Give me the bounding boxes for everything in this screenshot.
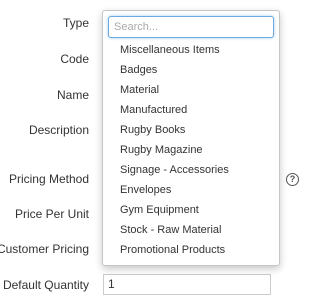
type-option[interactable]: Signage - Accessories <box>103 160 279 180</box>
pricing-method-label: Pricing Method <box>8 172 89 186</box>
name-label: Name <box>56 88 89 102</box>
price-per-unit-label: Price Per Unit <box>14 207 89 221</box>
type-option[interactable]: Stock - Raw Material <box>103 220 279 240</box>
type-option[interactable]: Envelopes <box>103 180 279 200</box>
type-label: Type <box>62 16 89 30</box>
type-option[interactable]: Gym Equipment <box>103 200 279 220</box>
type-option[interactable]: Promotional Products <box>103 240 279 260</box>
type-option[interactable]: Rugby Books <box>103 120 279 140</box>
type-option[interactable]: Material <box>103 80 279 100</box>
type-options-list: Miscellaneous Items Badges Material Manu… <box>103 40 279 260</box>
type-option[interactable]: Rugby Magazine <box>103 140 279 160</box>
type-search-input[interactable] <box>108 16 274 38</box>
default-quantity-input[interactable]: 1 <box>103 274 271 295</box>
type-dropdown: Miscellaneous Items Badges Material Manu… <box>102 10 280 266</box>
help-icon[interactable]: ? <box>286 173 299 186</box>
description-label: Description <box>28 123 89 137</box>
code-label: Code <box>60 52 89 66</box>
default-quantity-label: Default Quantity <box>2 278 89 292</box>
type-option[interactable]: Miscellaneous Items <box>103 40 279 60</box>
customer-pricing-label: Customer Pricing <box>0 242 89 256</box>
type-option[interactable]: Manufactured <box>103 100 279 120</box>
type-option[interactable]: Badges <box>103 60 279 80</box>
